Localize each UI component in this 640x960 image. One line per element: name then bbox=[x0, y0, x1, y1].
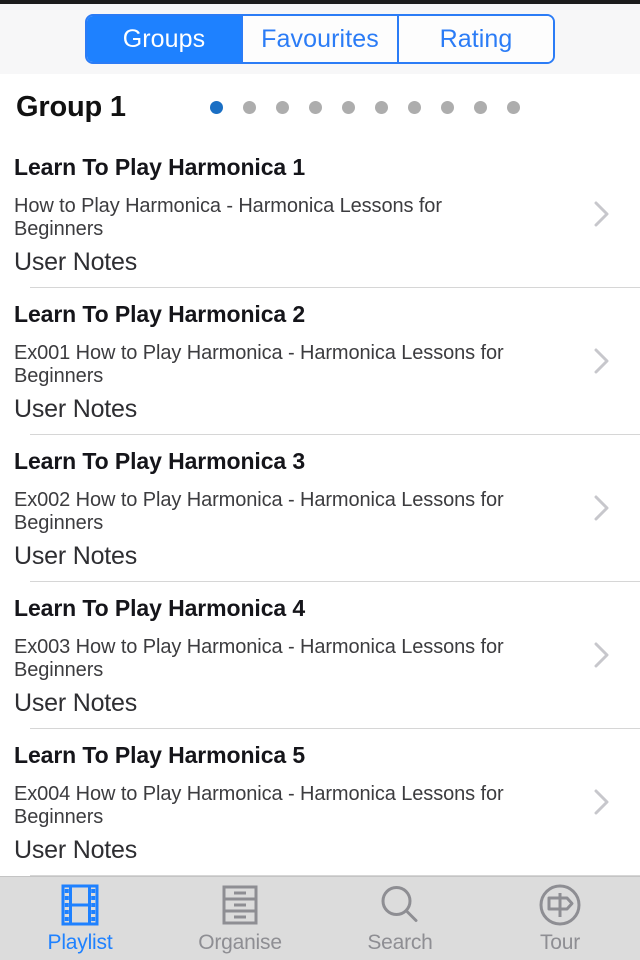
chevron-right-icon bbox=[594, 788, 610, 816]
app-screen: Groups Favourites Rating Group 1 Learn T… bbox=[0, 0, 640, 960]
group-header: Group 1 bbox=[0, 74, 640, 140]
search-icon bbox=[376, 882, 424, 928]
filing-cabinet-icon bbox=[216, 882, 264, 928]
header-bar: Groups Favourites Rating bbox=[0, 4, 640, 74]
list-item-title: Learn To Play Harmonica 3 bbox=[14, 448, 306, 474]
tab-search[interactable]: Search bbox=[320, 877, 480, 960]
tab-label: Search bbox=[367, 931, 433, 954]
page-dot[interactable] bbox=[506, 100, 520, 114]
page-dot[interactable] bbox=[473, 100, 487, 114]
segment-groups[interactable]: Groups bbox=[87, 16, 241, 62]
list-item-notes[interactable]: User Notes bbox=[14, 248, 530, 277]
list-item[interactable]: Learn To Play Harmonica 1 How to Play Ha… bbox=[0, 140, 640, 287]
tab-tour[interactable]: Tour bbox=[480, 877, 640, 960]
list-item-title: Learn To Play Harmonica 4 bbox=[14, 595, 306, 621]
list-item[interactable]: Learn To Play Harmonica 5 Ex004 How to P… bbox=[0, 728, 640, 875]
signpost-icon bbox=[536, 882, 584, 928]
list-item-subtitle: Ex004 How to Play Harmonica - Harmonica … bbox=[14, 783, 504, 828]
tab-label: Organise bbox=[198, 931, 282, 954]
page-dots[interactable] bbox=[209, 100, 520, 114]
playlist-list[interactable]: Learn To Play Harmonica 1 How to Play Ha… bbox=[0, 140, 640, 876]
list-item-notes[interactable]: User Notes bbox=[14, 395, 530, 424]
chevron-right-icon bbox=[594, 200, 610, 228]
list-item-subtitle: Ex001 How to Play Harmonica - Harmonica … bbox=[14, 342, 504, 387]
page-dot[interactable] bbox=[275, 100, 289, 114]
tab-label: Playlist bbox=[47, 931, 113, 954]
list-item-notes[interactable]: User Notes bbox=[14, 542, 530, 571]
tab-bar: Playlist Organise Search Tour bbox=[0, 876, 640, 960]
list-item[interactable]: Learn To Play Harmonica 4 Ex003 How to P… bbox=[0, 581, 640, 728]
page-dot[interactable] bbox=[209, 100, 223, 114]
list-item-notes[interactable]: User Notes bbox=[14, 689, 530, 718]
page-dot[interactable] bbox=[374, 100, 388, 114]
list-item-title: Learn To Play Harmonica 1 bbox=[14, 154, 306, 180]
page-dot[interactable] bbox=[341, 100, 355, 114]
page-dot[interactable] bbox=[407, 100, 421, 114]
segmented-control[interactable]: Groups Favourites Rating bbox=[85, 14, 555, 64]
list-item-notes[interactable]: User Notes bbox=[14, 836, 530, 865]
list-item-subtitle: Ex003 How to Play Harmonica - Harmonica … bbox=[14, 636, 504, 681]
tab-playlist[interactable]: Playlist bbox=[0, 877, 160, 960]
page-dot[interactable] bbox=[308, 100, 322, 114]
tab-organise[interactable]: Organise bbox=[160, 877, 320, 960]
segment-rating[interactable]: Rating bbox=[397, 16, 553, 62]
list-item-title: Learn To Play Harmonica 5 bbox=[14, 742, 306, 768]
chevron-right-icon bbox=[594, 494, 610, 522]
list-item[interactable]: Learn To Play Harmonica 3 Ex002 How to P… bbox=[0, 434, 640, 581]
chevron-right-icon bbox=[594, 641, 610, 669]
list-item-subtitle: How to Play Harmonica - Harmonica Lesson… bbox=[14, 195, 442, 240]
film-strip-icon bbox=[56, 882, 104, 928]
page-dot[interactable] bbox=[440, 100, 454, 114]
segment-favourites[interactable]: Favourites bbox=[241, 16, 397, 62]
page-title: Group 1 bbox=[16, 90, 126, 123]
list-item-title: Learn To Play Harmonica 2 bbox=[14, 301, 306, 327]
tab-label: Tour bbox=[539, 931, 581, 954]
list-item[interactable]: Learn To Play Harmonica 2 Ex001 How to P… bbox=[0, 287, 640, 434]
chevron-right-icon bbox=[594, 347, 610, 375]
page-dot[interactable] bbox=[242, 100, 256, 114]
list-item-subtitle: Ex002 How to Play Harmonica - Harmonica … bbox=[14, 489, 504, 534]
